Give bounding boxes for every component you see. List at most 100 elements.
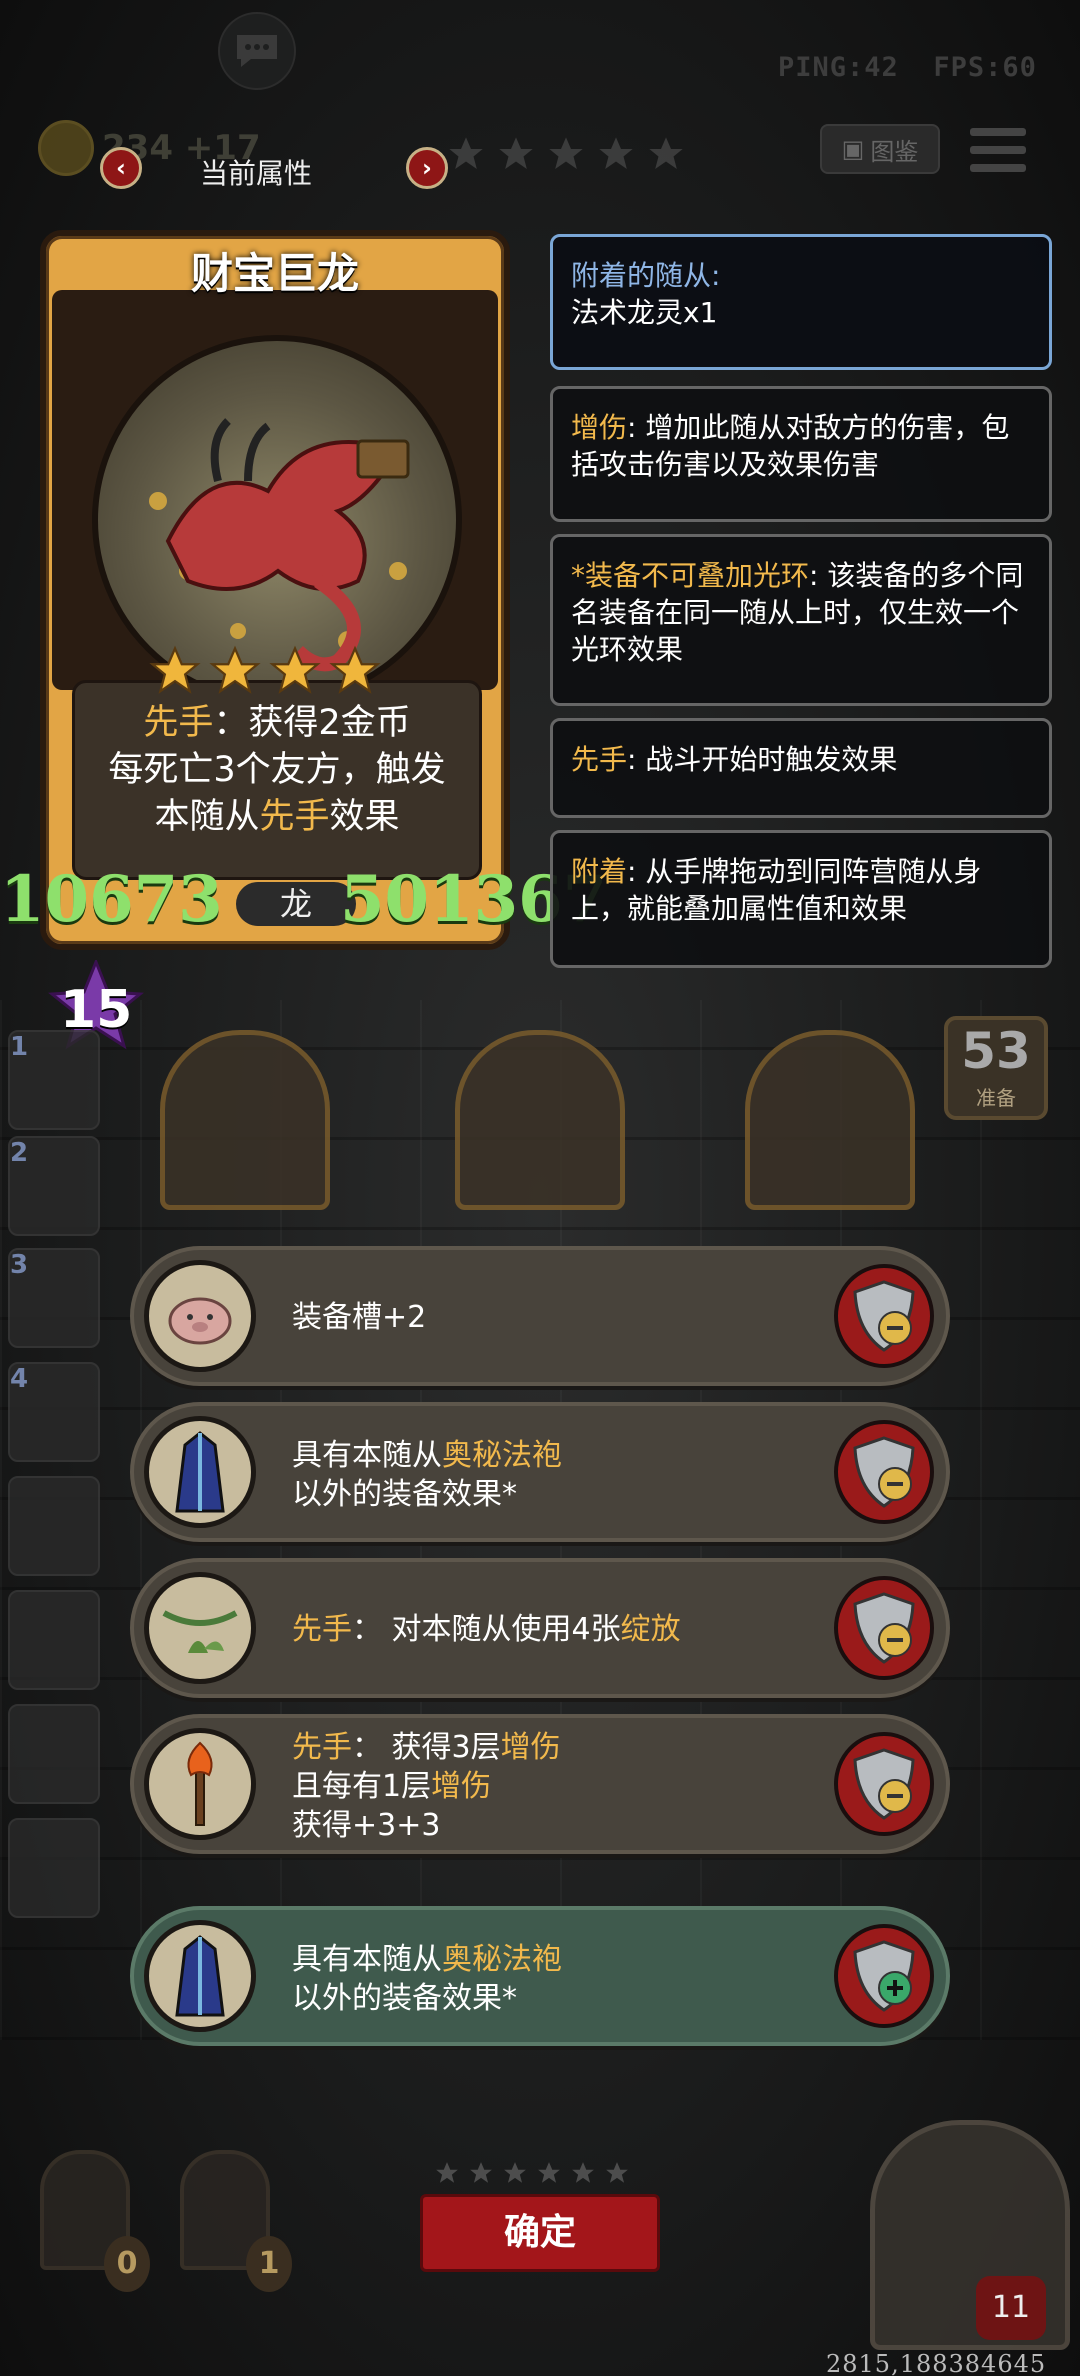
robe-icon (144, 1920, 256, 2032)
sidebar-player-slot[interactable] (8, 1590, 100, 1690)
equipment-effect-text: 具有本随从奥秘法袍 以外的装备效果* (292, 1436, 562, 1514)
hamburger-icon (970, 128, 1026, 136)
star-icon (572, 2162, 594, 2183)
equipment-effect-text: 装备槽+2 (292, 1300, 427, 1335)
remove-equipment-button[interactable] (834, 1732, 934, 1836)
attached-minion-panel: 附着的随从: 法术龙灵x1 (550, 234, 1052, 370)
attack-value: 10673 (0, 862, 223, 937)
effect-line: 具有本随从 (292, 1942, 442, 1977)
star-icon (269, 645, 321, 694)
sidebar-player-slot[interactable] (8, 1818, 100, 1918)
shield-plus-icon (853, 1940, 915, 2012)
lives-counter: 11 (976, 2276, 1046, 2340)
prep-label: 准备 (976, 1086, 1016, 1110)
effect-keyword: 增伤 (500, 1730, 561, 1765)
star-icon (649, 137, 683, 169)
panel-label: 增伤 (571, 411, 628, 444)
board-minion[interactable] (745, 1030, 915, 1210)
board-minion[interactable] (160, 1030, 330, 1210)
equipment-effect-text: 先手： 获得3层增伤 且每有1层增伤 获得+3+3 (292, 1728, 561, 1845)
card-ability-text: 先手：获得2金币 每死亡3个友方，触发 本随从先手效果 (72, 700, 482, 841)
keyword-first-strike: 先手 (143, 703, 214, 743)
star-icon (504, 2162, 526, 2183)
next-arrow-button[interactable]: › (406, 147, 448, 189)
pig-icon (144, 1260, 256, 1372)
chat-bubble-icon (237, 35, 277, 67)
shield-minus-icon (853, 1748, 915, 1820)
menu-button[interactable] (970, 128, 1026, 172)
remove-equipment-button[interactable] (834, 1264, 934, 1368)
counter-left: 0 (104, 2236, 150, 2292)
effect-keyword: 奥秘法袍 (442, 1942, 562, 1977)
effect-line: ： 获得3层 (352, 1730, 501, 1765)
sidebar-player-slot[interactable]: 4 (8, 1362, 100, 1462)
slot-number: 4 (10, 1364, 29, 1394)
effect-line: ： 对本随从使用4张 (352, 1612, 621, 1647)
keyword-first-strike: 先手 (259, 797, 330, 837)
remove-equipment-button[interactable] (834, 1420, 934, 1524)
slot-number: 2 (10, 1138, 29, 1168)
effect-keyword: 先手 (292, 1612, 352, 1647)
panel-text: : 从手牌拖动到同阵营随从身上，就能叠加属性值和效果 (571, 855, 982, 925)
confirm-button[interactable]: 确定 (420, 2194, 660, 2272)
equipment-row: 装备槽+2 (130, 1246, 950, 1386)
keyword-panel-damage-boost: 增伤: 增加此随从对敌方的伤害，包括攻击伤害以及效果伤害 (550, 386, 1052, 522)
star-icon (499, 137, 533, 169)
coin-icon (38, 120, 94, 176)
effect-line: 且每有1层 (292, 1769, 432, 1804)
effect-line: 获得+3+3 (292, 1808, 441, 1843)
sidebar-player-slot[interactable]: 1 (8, 1030, 100, 1130)
ability-line3: 本随从 (154, 797, 260, 837)
vine-icon (144, 1572, 256, 1684)
tier-stars-bottom (434, 2160, 630, 2186)
sidebar-player-slot[interactable] (8, 1476, 100, 1576)
tier-stars (446, 134, 686, 174)
shield-minus-icon (853, 1280, 915, 1352)
counter-right: 1 (246, 2236, 292, 2292)
effect-keyword: 奥秘法袍 (442, 1438, 562, 1473)
panel-label: *装备不可叠加光环 (571, 559, 810, 592)
star-icon (599, 137, 633, 169)
card-stars (148, 644, 382, 698)
ability-line2: 每死亡3个友方，触发 (108, 750, 446, 790)
sidebar-player-slot[interactable] (8, 1704, 100, 1804)
sidebar-player-slot[interactable]: 2 (8, 1136, 100, 1236)
shield-minus-icon (853, 1592, 915, 1664)
equipment-row: 具有本随从奥秘法袍 以外的装备效果* (130, 1402, 950, 1542)
equipment-row-available: 具有本随从奥秘法袍 以外的装备效果* (130, 1906, 950, 2046)
slot-number: 3 (10, 1250, 29, 1280)
card-name: 财宝巨龙 (190, 249, 359, 298)
sidebar-player-slot[interactable]: 3 (8, 1248, 100, 1348)
panel-text: : 战斗开始时触发效果 (627, 743, 898, 776)
effect-line: 具有本随从 (292, 1438, 442, 1473)
board-minion[interactable] (455, 1030, 625, 1210)
preparation-counter: 53 准备 (944, 1016, 1048, 1120)
keyword-panel-no-stack-aura: *装备不可叠加光环: 该装备的多个同名装备在同一随从上时，仅生效一个光环效果 (550, 534, 1052, 706)
equipment-effect-text: 先手： 对本随从使用4张绽放 (292, 1610, 681, 1649)
torch-icon (144, 1728, 256, 1840)
ping-readout: PING:42 (778, 52, 899, 83)
star-icon (209, 645, 261, 694)
equipment-effect-text: 具有本随从奥秘法袍 以外的装备效果* (292, 1940, 562, 2018)
slot-number: 1 (10, 1032, 29, 1062)
star-icon (538, 2162, 560, 2183)
star-icon (436, 2162, 458, 2183)
star-icon (606, 2162, 628, 2183)
tribe-label: 龙 (236, 882, 356, 926)
add-equipment-button[interactable] (834, 1924, 934, 2028)
fps-readout: FPS:60 (933, 52, 1037, 83)
keyword-panel-attach: 附着: 从手牌拖动到同阵营随从身上，就能叠加属性值和效果 (550, 830, 1052, 968)
prev-arrow-button[interactable]: ‹ (100, 147, 142, 189)
coordinate-readout: 2815,188384645 (826, 2350, 1047, 2376)
network-stats: PING:42 FPS:60 (778, 52, 1037, 83)
remove-equipment-button[interactable] (834, 1576, 934, 1680)
star-icon (449, 137, 483, 169)
book-icon: ▣ (841, 135, 865, 163)
chat-button[interactable] (218, 12, 296, 90)
panel-label: 先手 (571, 743, 628, 776)
codex-label: 图鉴 (870, 137, 919, 166)
codex-button[interactable]: ▣ 图鉴 (820, 124, 940, 174)
page-title: 当前属性 (200, 157, 313, 190)
chevron-right-icon: › (422, 154, 432, 182)
star-icon (149, 645, 201, 694)
